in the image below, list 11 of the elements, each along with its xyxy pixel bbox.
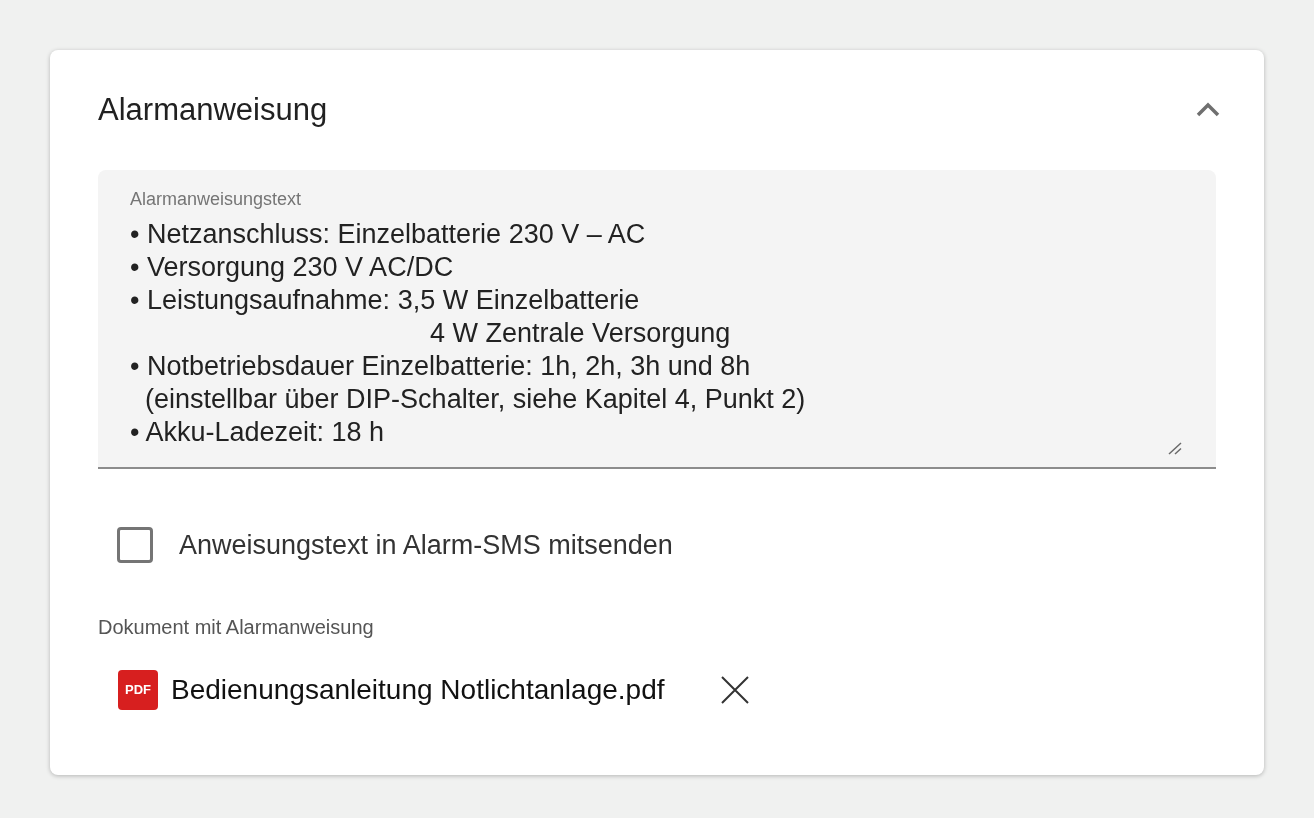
close-icon <box>720 676 749 704</box>
textarea-field[interactable]: Alarmanweisungstext • Netzanschluss: Einzelbatterie 230 V – AC • Versorgung 230 V AC/DC • Leistungsaufnahme: 3,5 W Einzelbatterie 4 W Zentrale Versorgung • Notbetriebsdauer Einzelbatterie: 1h, 2h, 3h und 8h (einstellbar über DIP-Schalter, siehe Kapitel 4, Punkt 2) • Akku-Ladezeit: 18 h <box>98 170 1216 469</box>
file-name-link[interactable]: Bedienungsanleitung Notlichtanlage.pdf <box>171 673 665 707</box>
card-title: Alarmanweisung <box>98 91 328 129</box>
checkbox-label[interactable]: Anweisungstext in Alarm-SMS mitsenden <box>179 529 673 561</box>
checkbox[interactable] <box>117 527 153 563</box>
file-type-badge: PDF <box>118 670 158 710</box>
resize-handle-icon[interactable] <box>1168 442 1182 455</box>
section-label: Dokument mit Alarmanweisung <box>98 615 374 639</box>
field-label: Alarmanweisungstext <box>130 189 302 209</box>
chevron-icon <box>1196 102 1220 118</box>
